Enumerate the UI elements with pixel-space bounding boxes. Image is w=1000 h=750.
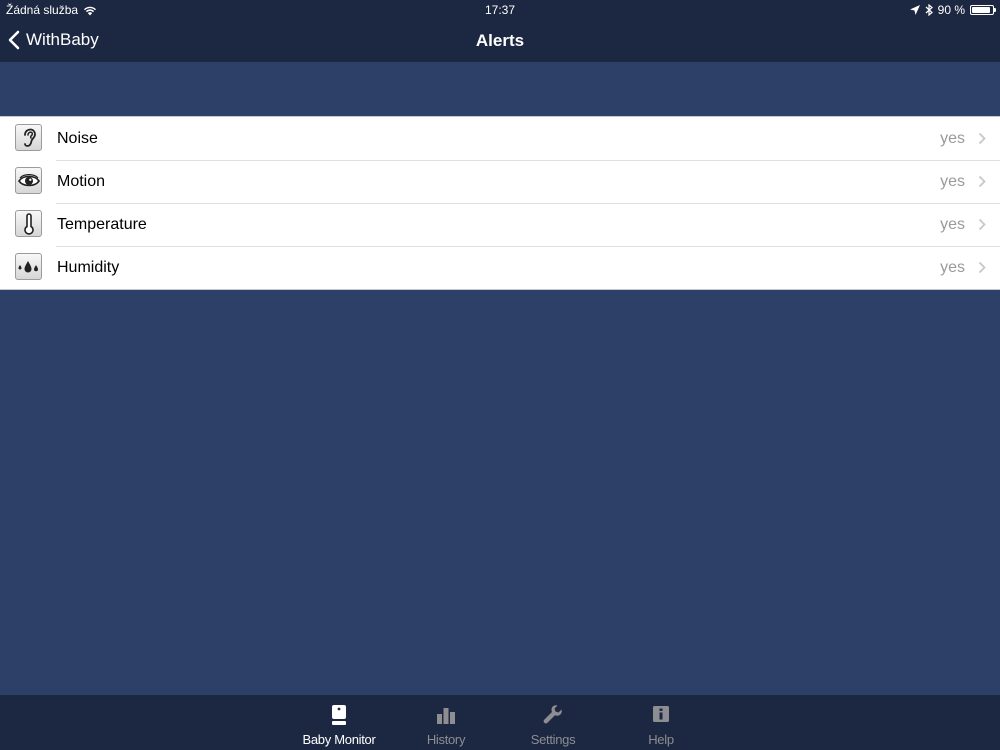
battery-fill <box>972 7 990 13</box>
tab-label: History <box>426 732 466 747</box>
wrench-icon <box>499 705 607 725</box>
tab-help[interactable]: Help <box>607 695 715 750</box>
alert-row-temperature[interactable]: Temperature yes <box>0 203 1000 246</box>
location-arrow-icon <box>909 5 920 15</box>
tab-history[interactable]: History <box>392 695 500 750</box>
page-title: Alerts <box>475 31 525 50</box>
alert-label: Noise <box>57 129 98 147</box>
tab-label: Help <box>648 732 674 747</box>
alert-row-humidity[interactable]: Humidity yes <box>0 246 1000 289</box>
alert-row-noise[interactable]: Noise yes <box>0 117 1000 160</box>
chevron-right-icon <box>978 218 986 231</box>
alert-value: yes <box>940 172 965 190</box>
tab-label: Baby Monitor <box>302 732 376 747</box>
chevron-right-icon <box>978 261 986 274</box>
alert-row-motion[interactable]: Motion yes <box>0 160 1000 203</box>
status-bar: Žádná služba 17:37 90 % <box>0 0 1000 20</box>
tab-settings[interactable]: Settings <box>499 695 607 750</box>
thermometer-icon <box>15 210 42 237</box>
alert-value: yes <box>940 258 965 276</box>
status-right: 90 % <box>909 3 996 17</box>
alert-value: yes <box>940 129 965 147</box>
tab-label: Settings <box>530 732 576 747</box>
navigation-bar: WithBaby Alerts <box>0 20 1000 62</box>
ear-icon <box>15 124 42 151</box>
alert-value: yes <box>940 215 965 233</box>
bar-chart-icon <box>392 705 500 725</box>
baby-monitor-icon <box>285 705 393 725</box>
chevron-right-icon <box>978 175 986 188</box>
top-bar: Žádná služba 17:37 90 % WithBaby Alerts <box>0 0 1000 62</box>
alert-label: Temperature <box>57 215 147 233</box>
info-icon <box>607 705 715 725</box>
droplets-icon <box>15 253 42 280</box>
clock: 17:37 <box>484 3 516 17</box>
alert-label: Humidity <box>57 258 120 276</box>
alerts-list: Noise yes Motion yes Temperature yes Hum… <box>0 116 1000 290</box>
battery-percent: 90 % <box>937 3 965 17</box>
alert-label: Motion <box>57 172 106 190</box>
tab-baby-monitor[interactable]: Baby Monitor <box>285 695 393 750</box>
battery-icon <box>970 5 996 15</box>
eye-icon <box>15 167 42 194</box>
tab-bar: Baby Monitor History Settings Help <box>0 695 1000 750</box>
bluetooth-icon <box>925 4 933 16</box>
chevron-right-icon <box>978 132 986 145</box>
